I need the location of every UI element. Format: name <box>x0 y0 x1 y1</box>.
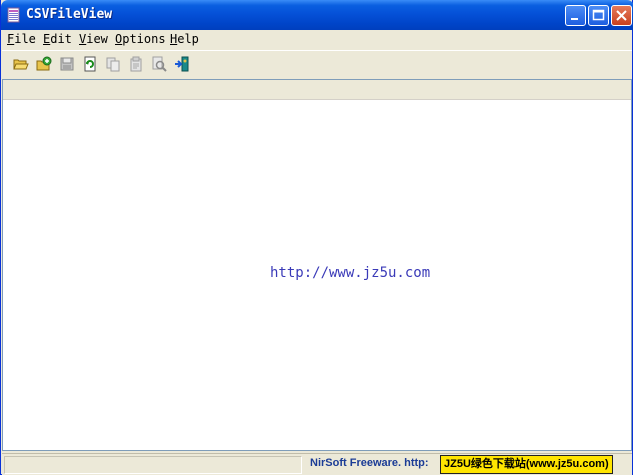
status-bar: NirSoft Freeware. http: JZ5U绿色下载站(www.jz… <box>2 453 632 475</box>
watermark-text: http://www.jz5u.com <box>270 265 431 281</box>
menu-view[interactable]: View <box>79 32 108 46</box>
find-button[interactable] <box>149 54 169 74</box>
download-site-badge: JZ5U绿色下载站(www.jz5u.com) <box>440 455 613 474</box>
app-window: CSVFileView File Edit View Options Help <box>0 0 633 475</box>
properties-icon <box>130 56 142 72</box>
main-list-view[interactable]: http://www.jz5u.com <box>2 79 632 451</box>
refresh-button[interactable] <box>80 54 100 74</box>
status-cell <box>4 456 302 474</box>
title-bar[interactable]: CSVFileView <box>1 0 633 30</box>
open-refresh-icon <box>36 56 52 71</box>
menu-help[interactable]: Help <box>170 32 199 46</box>
save-button[interactable] <box>57 54 77 74</box>
minimize-button[interactable] <box>565 5 586 26</box>
open-folder-icon <box>13 59 29 70</box>
nirsoft-freeware-link[interactable]: NirSoft Freeware. http: <box>310 457 429 469</box>
copy-button[interactable] <box>103 54 123 74</box>
close-button[interactable] <box>611 5 632 26</box>
open-refresh-button[interactable] <box>34 54 54 74</box>
copy-icon <box>106 57 120 72</box>
exit-icon <box>175 56 189 72</box>
menu-help-label: Help <box>170 32 199 46</box>
refresh-icon <box>84 56 96 72</box>
window-title: CSVFileView <box>26 7 113 22</box>
menu-file[interactable]: File <box>7 32 36 46</box>
list-header <box>3 80 631 100</box>
maximize-button[interactable] <box>588 5 609 26</box>
toolbar <box>2 50 632 77</box>
find-icon <box>152 56 167 72</box>
save-icon <box>60 57 74 71</box>
menu-edit[interactable]: Edit <box>43 32 72 46</box>
menu-view-label: View <box>79 32 108 46</box>
menu-file-label: File <box>7 32 36 46</box>
menu-bar: File Edit View Options Help <box>2 30 632 49</box>
menu-options-label: Options <box>115 32 166 46</box>
properties-button[interactable] <box>126 54 146 74</box>
open-folder-button[interactable] <box>11 54 31 74</box>
menu-edit-label: Edit <box>43 32 72 46</box>
app-icon <box>6 7 22 23</box>
exit-button[interactable] <box>172 54 192 74</box>
menu-options[interactable]: Options <box>115 32 166 46</box>
